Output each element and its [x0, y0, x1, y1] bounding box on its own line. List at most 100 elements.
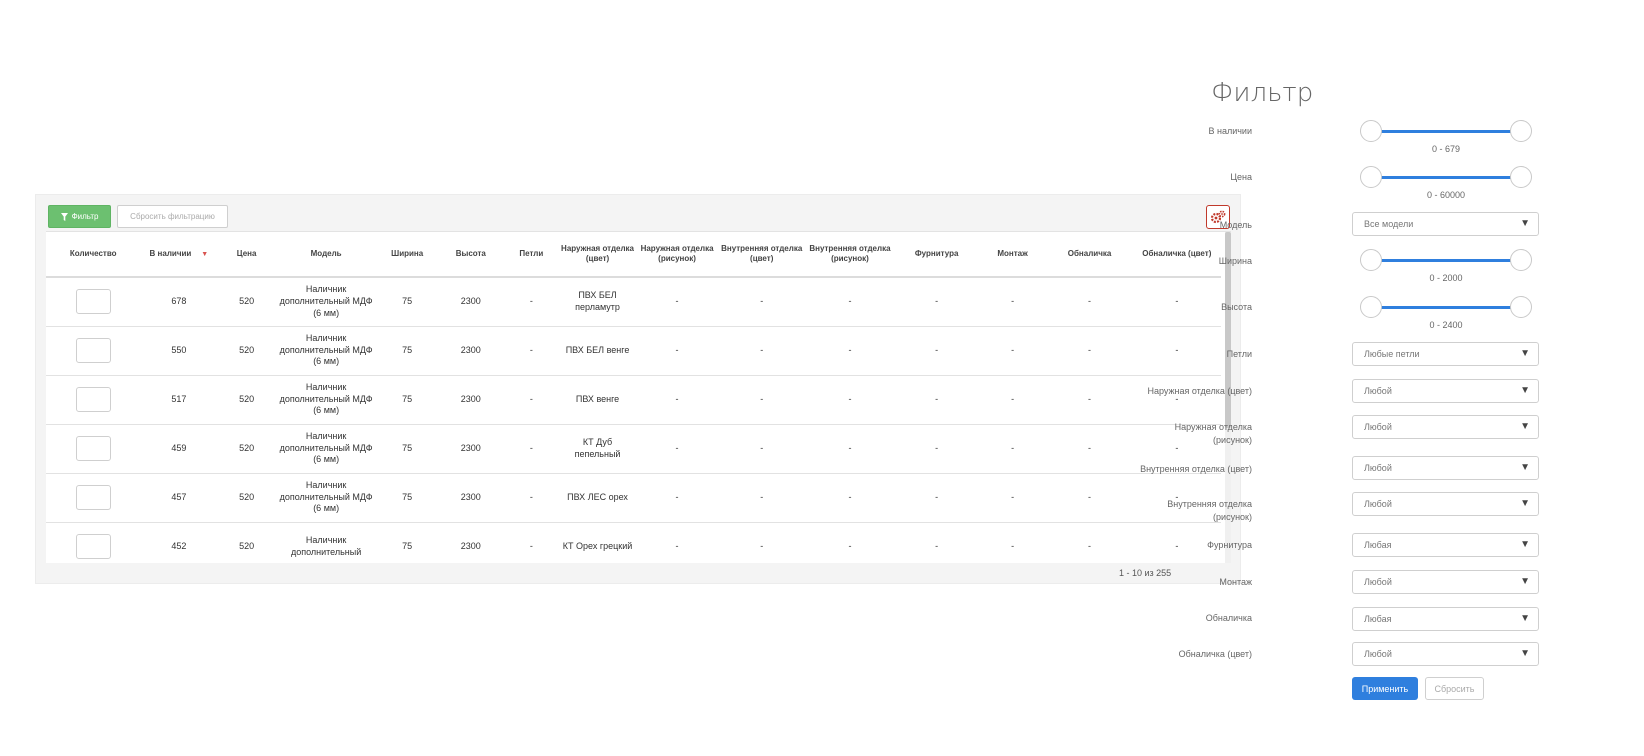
column-header-casing-color[interactable]: Обналичка (цвет) — [1132, 232, 1221, 278]
cell-quantity — [46, 375, 141, 425]
filter-button[interactable]: Фильтр — [48, 205, 111, 228]
cell-quantity — [46, 326, 141, 376]
price-slider[interactable] — [1360, 166, 1532, 188]
cell-inner-pattern: - — [805, 522, 895, 563]
caret-down-icon: ▼ — [1520, 498, 1530, 509]
cell-inner-color: - — [718, 424, 806, 474]
cell-height: 2300 — [437, 522, 504, 563]
table-header-row: Количество В наличии ▼ Цена Модель Ширина… — [46, 232, 1221, 278]
apply-button[interactable]: Применить — [1352, 677, 1418, 700]
height-min-handle[interactable] — [1360, 296, 1382, 318]
products-table-container[interactable]: Количество В наличии ▼ Цена Модель Ширина… — [46, 231, 1231, 563]
cell-casing: - — [1046, 277, 1133, 327]
cell-outer-pattern: - — [636, 522, 719, 563]
column-header-width[interactable]: Ширина — [376, 232, 438, 278]
inner-pattern-label: Внутренняя отделка (рисунок) — [1167, 499, 1252, 522]
cell-width: 75 — [376, 375, 438, 425]
height-slider[interactable] — [1360, 296, 1532, 318]
cell-casing-color: - — [1132, 375, 1221, 425]
column-header-mounting[interactable]: Монтаж — [978, 232, 1047, 278]
cell-fittings: - — [894, 424, 979, 474]
column-header-price[interactable]: Цена — [217, 232, 276, 278]
cell-casing: - — [1046, 326, 1133, 376]
cell-casing-color: - — [1132, 326, 1221, 376]
caret-down-icon: ▼ — [1520, 385, 1530, 396]
width-max-handle[interactable] — [1510, 249, 1532, 271]
inner-color-select[interactable]: Любой ▼ — [1352, 456, 1539, 480]
cell-price: 520 — [217, 424, 276, 474]
mounting-select[interactable]: Любой ▼ — [1352, 570, 1539, 594]
table-row[interactable]: 452 520 Наличник дополнительный 75 2300- КТ О… — [46, 522, 1221, 563]
cell-outer-pattern: - — [636, 277, 719, 327]
column-header-outer-pattern[interactable]: Наружная отделка (рисунок) — [636, 232, 719, 278]
column-header-hinges[interactable]: Петли — [503, 232, 560, 278]
cell-casing-color: - — [1132, 277, 1221, 327]
quantity-input[interactable] — [75, 436, 111, 461]
column-header-fittings[interactable]: Фурнитура — [894, 232, 979, 278]
casing-select[interactable]: Любая ▼ — [1352, 607, 1539, 631]
in-stock-min-handle[interactable] — [1360, 120, 1382, 142]
cell-outer-color: ПВХ БЕЛ перламутр — [559, 277, 636, 327]
cell-height: 2300 — [437, 473, 504, 523]
cell-outer-pattern: - — [636, 473, 719, 523]
column-header-quantity[interactable]: Количество — [46, 232, 141, 278]
column-header-inner-color[interactable]: Внутренняя отделка (цвет) — [718, 232, 806, 278]
cell-outer-color: КТ Орех грецкий — [559, 522, 636, 563]
price-max-handle[interactable] — [1510, 166, 1532, 188]
price-slider-track — [1370, 176, 1522, 179]
hinges-select[interactable]: Любые петли ▼ — [1352, 342, 1539, 366]
funnel-icon — [60, 212, 68, 221]
in-stock-slider[interactable] — [1360, 120, 1532, 142]
price-range: 0 - 60000 — [1426, 190, 1466, 200]
column-header-inner-pattern[interactable]: Внутренняя отделка (рисунок) — [805, 232, 895, 278]
width-range: 0 - 2000 — [1429, 273, 1463, 283]
column-header-outer-color[interactable]: Наружная отделка (цвет) — [559, 232, 636, 278]
quantity-input[interactable] — [75, 485, 111, 510]
fittings-select[interactable]: Любая ▼ — [1352, 533, 1539, 557]
cell-outer-pattern: - — [636, 375, 719, 425]
table-row[interactable]: 517 520 Наличник дополнительный МДФ (6 мм)… — [46, 375, 1221, 425]
table-row[interactable]: 459 520 Наличник дополнительный МДФ (6 мм)… — [46, 424, 1221, 474]
cell-fittings: - — [894, 522, 979, 563]
width-min-handle[interactable] — [1360, 249, 1382, 271]
filter-title: Фильтр — [1211, 78, 1314, 108]
cell-quantity — [46, 473, 141, 523]
cell-hinges: - — [503, 522, 560, 563]
column-header-in-stock[interactable]: В наличии ▼ — [140, 232, 218, 278]
quantity-input[interactable] — [75, 338, 111, 363]
cell-inner-pattern: - — [805, 473, 895, 523]
reset-filter-button[interactable]: Сбросить фильтрацию — [117, 205, 228, 228]
column-header-casing[interactable]: Обналичка — [1046, 232, 1133, 278]
casing-color-select[interactable]: Любой ▼ — [1352, 642, 1539, 666]
reset-button[interactable]: Сбросить — [1425, 677, 1484, 700]
cell-height: 2300 — [437, 424, 504, 474]
price-min-handle[interactable] — [1360, 166, 1382, 188]
caret-down-icon: ▼ — [1520, 421, 1530, 432]
outer-color-label: Наружная отделка (цвет) — [1147, 386, 1252, 396]
inner-pattern-select[interactable]: Любой ▼ — [1352, 492, 1539, 516]
column-header-model[interactable]: Модель — [275, 232, 377, 278]
quantity-input[interactable] — [75, 534, 111, 559]
cell-outer-color: ПВХ ЛЕС орех — [559, 473, 636, 523]
column-header-height[interactable]: Высота — [437, 232, 504, 278]
quantity-input[interactable] — [75, 289, 111, 315]
inner-color-label: Внутренняя отделка (цвет) — [1140, 464, 1252, 474]
outer-color-select[interactable]: Любой ▼ — [1352, 379, 1539, 403]
caret-down-icon: ▼ — [1520, 218, 1530, 229]
model-select[interactable]: Все модели ▼ — [1352, 212, 1539, 236]
cell-quantity — [46, 522, 141, 563]
outer-pattern-select[interactable]: Любой ▼ — [1352, 415, 1539, 439]
table-row[interactable]: 457 520 Наличник дополнительный МДФ (6 мм)… — [46, 473, 1221, 523]
caret-down-icon: ▼ — [1520, 576, 1530, 587]
quantity-input[interactable] — [75, 387, 111, 412]
in-stock-max-handle[interactable] — [1510, 120, 1532, 142]
cell-outer-pattern: - — [636, 326, 719, 376]
table-row[interactable]: 550 520 Наличник дополнительный МДФ (6 мм)… — [46, 326, 1221, 376]
width-slider[interactable] — [1360, 249, 1532, 271]
caret-down-icon: ▼ — [1520, 348, 1530, 359]
products-panel: Фильтр Сбросить фильтрацию Количество В … — [35, 194, 1241, 584]
cell-width: 75 — [376, 326, 438, 376]
cell-inner-color: - — [718, 473, 806, 523]
table-row[interactable]: 678 520 Наличник дополнительный МДФ (6 мм)… — [46, 277, 1221, 327]
height-max-handle[interactable] — [1510, 296, 1532, 318]
